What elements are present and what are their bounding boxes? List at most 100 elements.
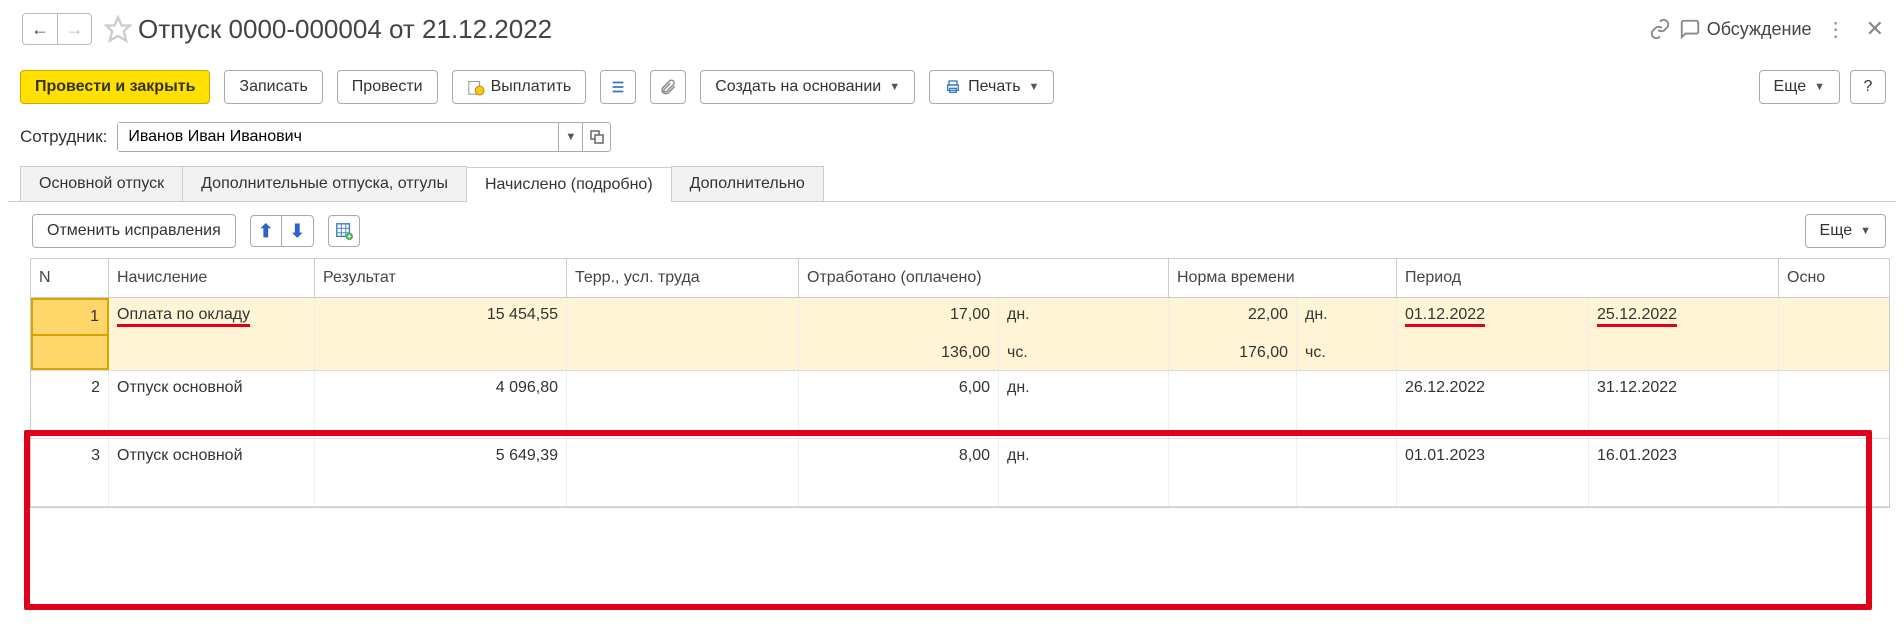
- cell-norm-hours-unit: чс.: [1297, 336, 1397, 370]
- cell-n: 1: [31, 298, 109, 336]
- employee-dropdown-button[interactable]: ▼: [558, 123, 582, 151]
- cell-worked-days-unit: дн.: [999, 371, 1169, 438]
- cell-worked-days: 8,00: [799, 439, 999, 506]
- table-row[interactable]: 3 Отпуск основной 5 649,39 8,00 дн. 01.0…: [31, 439, 1889, 507]
- chevron-down-icon: ▼: [889, 81, 900, 93]
- cell-period-to: 25.12.2022: [1589, 298, 1779, 336]
- discussion-button[interactable]: Обсуждение: [1679, 18, 1812, 40]
- chevron-down-icon: ▼: [1814, 81, 1825, 93]
- cell-period-to: [1589, 336, 1779, 370]
- move-down-button[interactable]: ⬇: [282, 215, 314, 247]
- post-and-close-button[interactable]: Провести и закрыть: [20, 70, 210, 104]
- link-icon[interactable]: [1649, 18, 1671, 40]
- cell-n: 3: [31, 439, 109, 506]
- period-from-text: 01.12.2022: [1405, 306, 1485, 327]
- arrow-up-icon: ⬆: [258, 221, 273, 242]
- record-button[interactable]: Записать: [224, 70, 322, 104]
- create-based-on-button[interactable]: Создать на основании ▼: [700, 70, 915, 104]
- list-button[interactable]: [600, 70, 636, 104]
- paperclip-icon: [659, 78, 677, 96]
- period-to-text: 25.12.2022: [1597, 306, 1677, 327]
- col-period[interactable]: Период: [1397, 259, 1779, 297]
- cell-worked-days-unit: дн.: [999, 298, 1169, 336]
- col-worked[interactable]: Отработано (оплачено): [799, 259, 1169, 297]
- accrual-text: Оплата по окладу: [117, 306, 250, 327]
- employee-field[interactable]: [118, 123, 558, 151]
- table-row[interactable]: 2 Отпуск основной 4 096,80 6,00 дн. 26.1…: [31, 371, 1889, 439]
- payout-icon: [467, 78, 485, 96]
- cell-basis: [1779, 336, 1889, 370]
- nav-back-button[interactable]: ←: [23, 14, 57, 44]
- cell-worked-days: 17,00: [799, 298, 999, 336]
- favorite-star-icon[interactable]: [104, 15, 132, 43]
- more-button[interactable]: Еще ▼: [1759, 70, 1840, 104]
- cell-result: 15 454,55: [315, 298, 567, 336]
- more-label: Еще: [1774, 78, 1807, 96]
- col-norm[interactable]: Норма времени: [1169, 259, 1397, 297]
- cell-norm-days: [1169, 371, 1297, 438]
- move-row-group: ⬆ ⬇: [250, 215, 314, 247]
- table-row[interactable]: 1 Оплата по окладу 15 454,55 17,00 дн. 2…: [31, 298, 1889, 336]
- chevron-down-icon: ▼: [1029, 81, 1040, 93]
- cell-norm-days-unit: [1297, 439, 1397, 506]
- grid-header-row: N Начисление Результат Терр., усл. труда…: [31, 259, 1889, 298]
- create-based-label: Создать на основании: [715, 78, 881, 96]
- tab-additional[interactable]: Дополнительно: [671, 166, 824, 201]
- tab-additional-vacation[interactable]: Дополнительные отпуска, отгулы: [182, 166, 467, 201]
- open-icon: [590, 130, 604, 144]
- arrow-down-icon: ⬇: [290, 221, 305, 242]
- col-basis[interactable]: Осно: [1779, 259, 1889, 297]
- table-row[interactable]: 136,00 чс. 176,00 чс.: [31, 336, 1889, 371]
- print-button[interactable]: Печать ▼: [929, 70, 1054, 104]
- cell-territory: [567, 371, 799, 438]
- cell-norm-days-unit: [1297, 371, 1397, 438]
- cell-worked-days: 6,00: [799, 371, 999, 438]
- cell-period-from: [1397, 336, 1589, 370]
- chat-icon: [1679, 18, 1701, 40]
- accrual-grid: N Начисление Результат Терр., усл. труда…: [30, 258, 1890, 508]
- sub-more-label: Еще: [1820, 222, 1853, 240]
- cell-norm-days-unit: дн.: [1297, 298, 1397, 336]
- cell-territory: [567, 336, 799, 370]
- cell-accrual: [109, 336, 315, 370]
- cell-period-from: 01.12.2022: [1397, 298, 1589, 336]
- list-icon: [609, 78, 627, 96]
- close-icon[interactable]: ✕: [1860, 16, 1890, 42]
- cell-accrual: Отпуск основной: [109, 371, 315, 438]
- table-add-icon: [335, 222, 353, 240]
- employee-open-button[interactable]: [582, 123, 610, 151]
- cell-result: 5 649,39: [315, 439, 567, 506]
- cell-n: [31, 336, 109, 370]
- kebab-menu-icon[interactable]: ⋮: [1820, 17, 1852, 42]
- cell-worked-days-unit: дн.: [999, 439, 1169, 506]
- attach-button[interactable]: [650, 70, 686, 104]
- cell-basis: [1779, 439, 1889, 506]
- cancel-corrections-button[interactable]: Отменить исправления: [32, 214, 236, 248]
- col-result[interactable]: Результат: [315, 259, 567, 297]
- sub-more-button[interactable]: Еще ▼: [1805, 214, 1886, 248]
- nav-arrows: ← →: [22, 13, 92, 45]
- printer-icon: [944, 79, 962, 95]
- tab-bar: Основной отпуск Дополнительные отпуска, …: [8, 166, 1896, 202]
- cell-basis: [1779, 298, 1889, 336]
- col-territory[interactable]: Терр., усл. труда: [567, 259, 799, 297]
- add-columns-button[interactable]: [328, 215, 360, 247]
- cell-period-from: 01.01.2023: [1397, 439, 1589, 506]
- chevron-down-icon: ▼: [1860, 225, 1871, 237]
- page-title: Отпуск 0000-000004 от 21.12.2022: [138, 14, 552, 45]
- payout-label: Выплатить: [491, 78, 572, 96]
- tab-main-vacation[interactable]: Основной отпуск: [20, 166, 183, 201]
- tab-accrued-detail[interactable]: Начислено (подробно): [466, 167, 672, 202]
- cell-result: 4 096,80: [315, 371, 567, 438]
- print-label: Печать: [968, 78, 1020, 96]
- help-button[interactable]: ?: [1850, 70, 1886, 104]
- payout-button[interactable]: Выплатить: [452, 70, 587, 104]
- col-n[interactable]: N: [31, 259, 109, 297]
- move-up-button[interactable]: ⬆: [250, 215, 282, 247]
- cell-accrual: Оплата по окладу: [109, 298, 315, 336]
- employee-combo: ▼: [117, 122, 611, 152]
- post-button[interactable]: Провести: [337, 70, 438, 104]
- nav-forward-button[interactable]: →: [57, 14, 91, 44]
- cell-basis: [1779, 371, 1889, 438]
- col-accrual[interactable]: Начисление: [109, 259, 315, 297]
